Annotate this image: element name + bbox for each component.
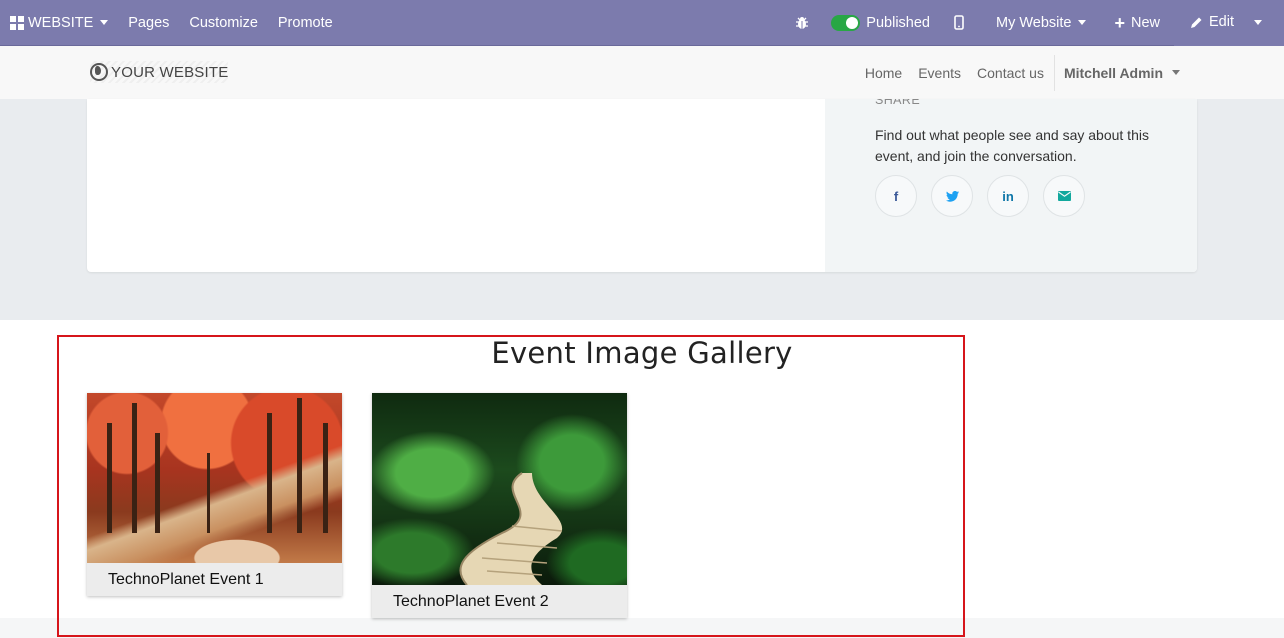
new-label: New bbox=[1130, 14, 1160, 31]
published-label: Published bbox=[866, 14, 930, 31]
user-name: Mitchell Admin bbox=[1063, 64, 1163, 81]
share-text: Find out what people see and say about t… bbox=[875, 127, 1149, 164]
new-button[interactable]: + New bbox=[1096, 0, 1174, 46]
share-heading: SHARE bbox=[875, 99, 921, 107]
menu-pages[interactable]: Pages bbox=[118, 0, 179, 46]
linkedin-icon: in bbox=[1002, 188, 1014, 204]
nav-events[interactable]: Events bbox=[910, 65, 969, 81]
user-menu[interactable]: Mitchell Admin bbox=[1053, 54, 1190, 91]
email-share-button[interactable] bbox=[1043, 175, 1085, 217]
twitter-share-button[interactable] bbox=[931, 175, 973, 217]
app-name: WEBSITE bbox=[28, 14, 94, 31]
mobile-preview-button[interactable] bbox=[940, 0, 986, 46]
chevron-down-icon bbox=[1078, 20, 1087, 25]
globe-icon bbox=[90, 63, 108, 81]
nav-home[interactable]: Home bbox=[857, 65, 910, 81]
nav-links: Home Events Contact us Mitchell Admin bbox=[857, 46, 1190, 99]
linkedin-share-button[interactable]: in bbox=[987, 175, 1029, 217]
highlight-box bbox=[57, 335, 965, 637]
website-app-menu[interactable]: WEBSITE bbox=[0, 0, 118, 46]
event-card: SHARE Find out what people see and say a… bbox=[87, 99, 1197, 272]
logo-text: YOUR WEBSITE bbox=[111, 63, 229, 81]
bug-icon bbox=[796, 16, 809, 29]
twitter-icon bbox=[945, 190, 959, 202]
facebook-icon: f bbox=[893, 188, 899, 204]
chevron-down-icon bbox=[1172, 70, 1180, 75]
debug-button[interactable] bbox=[783, 0, 821, 46]
pencil-icon bbox=[1191, 17, 1202, 28]
site-logo[interactable]: YOUR WEBSITE bbox=[90, 61, 229, 83]
website-switcher[interactable]: My Website bbox=[986, 0, 1096, 46]
apps-grid-icon bbox=[10, 15, 24, 30]
menu-promote[interactable]: Promote bbox=[268, 0, 343, 46]
edit-button[interactable]: Edit bbox=[1174, 0, 1284, 46]
toggle-switch[interactable] bbox=[831, 14, 861, 31]
website-switcher-label: My Website bbox=[995, 14, 1072, 31]
mobile-icon bbox=[954, 15, 964, 30]
menu-customize[interactable]: Customize bbox=[179, 0, 268, 46]
plus-icon: + bbox=[1114, 12, 1125, 33]
site-navbar: YOUR WEBSITE Home Events Contact us Mitc… bbox=[0, 46, 1284, 99]
chevron-down-icon bbox=[100, 20, 109, 25]
nav-contact-us[interactable]: Contact us bbox=[969, 65, 1054, 81]
chevron-down-icon[interactable] bbox=[1254, 19, 1262, 25]
share-panel: SHARE Find out what people see and say a… bbox=[825, 99, 1197, 272]
facebook-share-button[interactable]: f bbox=[875, 175, 917, 217]
admin-bar: WEBSITE Pages Customize Promote Publishe… bbox=[0, 0, 1284, 46]
email-icon bbox=[1057, 191, 1071, 201]
published-toggle[interactable]: Published bbox=[821, 0, 940, 46]
edit-label: Edit bbox=[1209, 14, 1234, 30]
